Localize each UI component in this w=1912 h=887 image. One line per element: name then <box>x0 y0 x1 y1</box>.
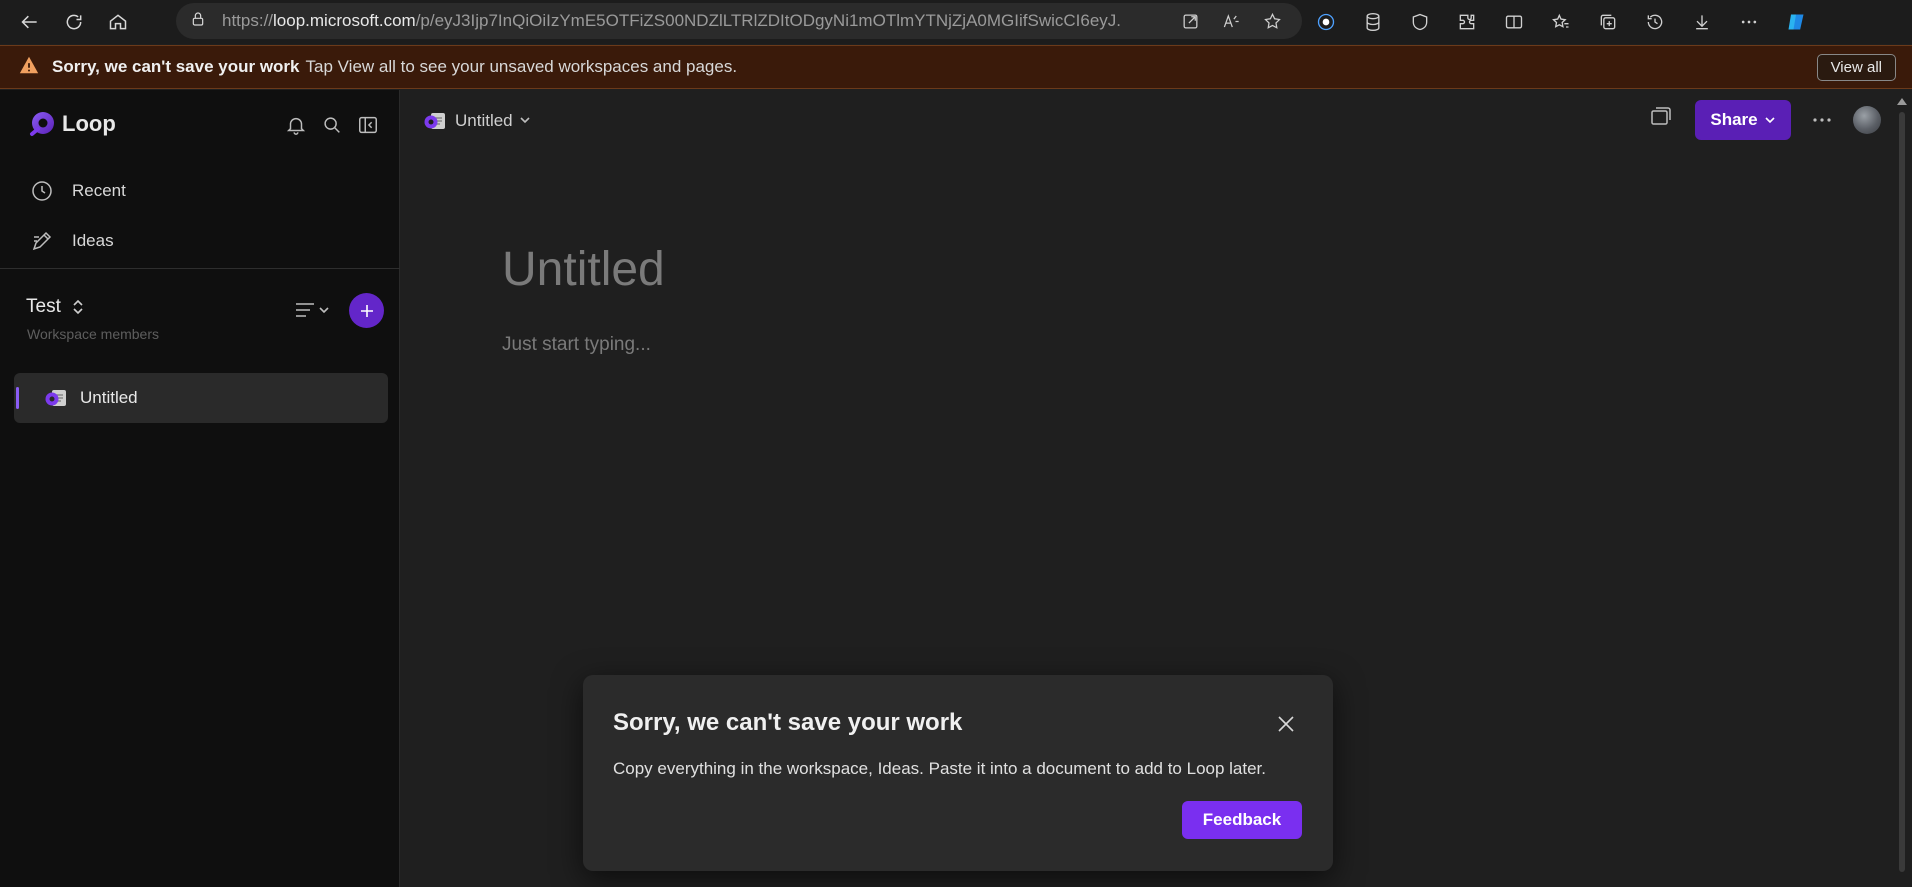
extension-circle-icon <box>1317 13 1334 31</box>
loop-logo[interactable]: Loop <box>28 110 116 138</box>
chevron-down-icon <box>1765 117 1775 124</box>
add-page-button[interactable] <box>349 293 384 328</box>
open-in-app-icon[interactable] <box>1181 12 1200 31</box>
warning-icon <box>18 54 40 81</box>
database-icon <box>1366 13 1379 32</box>
history-button[interactable] <box>1631 2 1678 42</box>
workspace-title[interactable]: Test <box>26 296 85 318</box>
downloads-button[interactable] <box>1678 2 1725 42</box>
view-all-button[interactable]: View all <box>1816 54 1896 81</box>
close-icon <box>1278 716 1294 732</box>
star-icon[interactable] <box>1263 12 1282 31</box>
present-window-icon <box>1651 107 1671 125</box>
clock-icon <box>32 181 52 201</box>
avatar[interactable] <box>1853 106 1881 134</box>
lock-icon <box>190 11 206 31</box>
more-horizontal-icon <box>1741 20 1756 24</box>
dialog-title: Sorry, we can't save your work <box>613 709 963 736</box>
present-button[interactable] <box>1649 106 1673 134</box>
banner-title: Sorry, we can't save your work <box>52 57 300 76</box>
share-label: Share <box>1710 110 1758 129</box>
workspace-members-link[interactable]: Workspace members <box>27 326 159 342</box>
home-icon <box>109 14 127 30</box>
split-screen-button[interactable] <box>1490 2 1537 42</box>
favorites-icon <box>1551 13 1568 28</box>
more-options-button[interactable] <box>1807 117 1837 123</box>
sidebar-page-label: Untitled <box>80 388 138 407</box>
split-screen-icon <box>1505 15 1522 29</box>
copilot-extension-button[interactable] <box>1302 2 1349 42</box>
ublock-extension-button[interactable] <box>1396 2 1443 42</box>
chevron-up-down-icon <box>73 299 83 315</box>
address-bar[interactable]: https://loop.microsoft.com/p/eyJ3Ijp7InQ… <box>176 3 1302 39</box>
url-text: https://loop.microsoft.com/p/eyJ3Ijp7InQ… <box>222 11 1122 30</box>
read-aloud-icon[interactable] <box>1222 12 1241 31</box>
document-title[interactable]: Untitled <box>502 242 665 297</box>
breadcrumb-label: Untitled <box>455 111 513 130</box>
save-error-banner: Sorry, we can't save your work Tap View … <box>0 45 1912 89</box>
sort-menu-button[interactable] <box>294 298 334 322</box>
loop-page-icon <box>424 113 445 129</box>
refresh-button[interactable] <box>54 2 94 42</box>
plus-icon <box>360 304 373 317</box>
close-button[interactable] <box>1275 713 1297 735</box>
loop-logo-icon <box>30 112 54 136</box>
sort-lines-icon <box>296 303 329 317</box>
history-icon <box>1647 14 1662 30</box>
refresh-icon <box>66 14 82 30</box>
document-body-placeholder[interactable]: Just start typing... <box>502 334 651 356</box>
back-button[interactable] <box>10 2 50 42</box>
sidebar: Loop Recent Ideas Test Workspace members <box>0 90 400 887</box>
scrollbar-thumb[interactable] <box>1899 112 1905 872</box>
sidebar-item-recent[interactable]: Recent <box>30 166 126 216</box>
puzzle-icon <box>1459 14 1474 30</box>
extensions-button[interactable] <box>1443 2 1490 42</box>
active-indicator <box>16 387 19 409</box>
browser-toolbar: https://loop.microsoft.com/p/eyJ3Ijp7InQ… <box>0 0 1912 44</box>
page-breadcrumb[interactable]: Untitled <box>423 110 531 132</box>
feedback-button[interactable]: Feedback <box>1182 801 1302 839</box>
save-error-dialog: Sorry, we can't save your work Copy ever… <box>583 675 1333 871</box>
shield-icon <box>1412 13 1427 31</box>
loop-page-icon <box>45 390 66 406</box>
download-icon <box>1695 15 1708 30</box>
copilot-icon <box>1788 14 1803 30</box>
browser-menu-button[interactable] <box>1725 2 1772 42</box>
sidebar-divider <box>0 268 400 269</box>
copilot-button[interactable] <box>1772 2 1819 42</box>
collapse-sidebar-icon[interactable] <box>357 114 379 136</box>
share-button[interactable]: Share <box>1695 100 1791 140</box>
app-name: Loop <box>62 111 116 136</box>
scrollbar[interactable] <box>1893 90 1912 887</box>
home-button[interactable] <box>98 2 138 42</box>
scroll-up-arrow[interactable] <box>1897 98 1907 105</box>
more-horizontal-icon <box>1813 118 1831 122</box>
search-icon[interactable] <box>321 114 343 136</box>
favorites-button[interactable] <box>1537 2 1584 42</box>
database-extension-button[interactable] <box>1349 2 1396 42</box>
ideas-icon <box>32 231 52 251</box>
bell-icon[interactable] <box>285 114 307 136</box>
sidebar-page-untitled[interactable]: Untitled <box>14 373 388 423</box>
sidebar-item-label: Recent <box>72 181 126 200</box>
sidebar-item-label: Ideas <box>72 231 114 250</box>
collections-button[interactable] <box>1584 2 1631 42</box>
collections-icon <box>1600 14 1615 30</box>
chevron-down-icon <box>513 111 531 131</box>
workspace-name: Test <box>26 296 61 317</box>
banner-text: Tap View all to see your unsaved workspa… <box>305 57 738 76</box>
arrow-left-icon <box>21 15 37 29</box>
sidebar-item-ideas[interactable]: Ideas <box>30 216 126 266</box>
dialog-message: Copy everything in the workspace, Ideas.… <box>613 759 1267 778</box>
